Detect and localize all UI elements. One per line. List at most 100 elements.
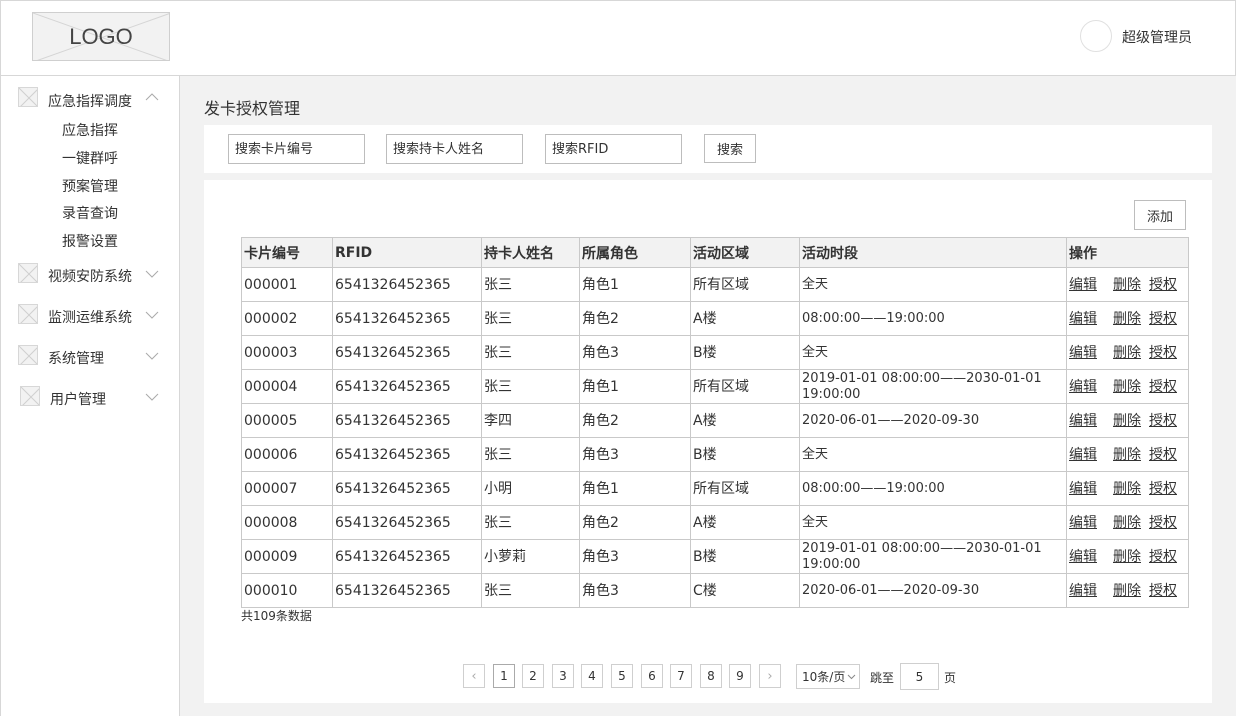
time-period-cell: 2020-06-01——2020-09-30 <box>799 573 1067 608</box>
total-count: 共109条数据 <box>241 609 312 623</box>
card-number-search-input[interactable] <box>228 134 365 164</box>
delete-link[interactable]: 删除 <box>1113 447 1141 463</box>
page-button-4[interactable]: 4 <box>581 664 603 688</box>
edit-link[interactable]: 编辑 <box>1069 515 1097 531</box>
time-period-cell: 08:00:00——19:00:00 <box>799 301 1067 336</box>
chevron-down-icon[interactable] <box>145 310 159 320</box>
sidebar-group-monitoring[interactable]: 监测运维系统 <box>48 307 132 327</box>
authorize-link[interactable]: 授权 <box>1149 311 1177 327</box>
sidebar-item-plan-management[interactable]: 预案管理 <box>62 176 118 196</box>
table-row: 000005 6541326452365 李四 角色2 A楼 2020-06-01——20… <box>241 403 1189 438</box>
chevron-up-icon[interactable] <box>145 92 159 102</box>
chevron-down-icon <box>847 674 856 679</box>
holder-name-cell: 张三 <box>481 267 580 302</box>
authorize-link[interactable]: 授权 <box>1149 515 1177 531</box>
sidebar-item-recording-query[interactable]: 录音查询 <box>62 203 118 223</box>
authorize-link[interactable]: 授权 <box>1149 413 1177 429</box>
sidebar-group-system[interactable]: 系统管理 <box>48 348 104 368</box>
page-button-2[interactable]: 2 <box>522 664 544 688</box>
next-page-button[interactable]: › <box>759 664 781 688</box>
edit-link[interactable]: 编辑 <box>1069 413 1097 429</box>
card-number-cell: 000006 <box>241 437 333 472</box>
user-name[interactable]: 超级管理员 <box>1122 27 1192 47</box>
page-button-1[interactable]: 1 <box>493 664 515 688</box>
delete-link[interactable]: 删除 <box>1113 481 1141 497</box>
actions-cell: 编辑 删除 授权 <box>1066 573 1189 608</box>
time-period-cell: 2019-01-01 08:00:00——2030-01-01 19:00:00 <box>799 369 1067 404</box>
jump-unit: 页 <box>944 671 957 685</box>
pagination: ‹ 1 2 3 4 5 6 7 8 9 › 10条/页 跳至 页 <box>204 663 1212 691</box>
card-holder-search-input[interactable] <box>386 134 523 164</box>
delete-link[interactable]: 删除 <box>1113 379 1141 395</box>
authorize-link[interactable]: 授权 <box>1149 379 1177 395</box>
app-root: LOGO 超级管理员 应急指挥调度 应急指挥 一键群呼 预案管理 录音查询 报警… <box>0 0 1236 716</box>
table-row: 000009 6541326452365 小萝莉 角色3 B楼 2019-01-01 08… <box>241 539 1189 574</box>
page-button-7[interactable]: 7 <box>670 664 692 688</box>
delete-link[interactable]: 删除 <box>1113 549 1141 565</box>
edit-link[interactable]: 编辑 <box>1069 311 1097 327</box>
rfid-search-input[interactable] <box>545 134 682 164</box>
sidebar-item-group-call[interactable]: 一键群呼 <box>62 148 118 168</box>
sidebar-group-video[interactable]: 视频安防系统 <box>48 266 132 286</box>
column-header: 所属角色 <box>579 237 691 268</box>
chevron-down-icon[interactable] <box>145 351 159 361</box>
menu-image-icon <box>18 87 38 107</box>
delete-link[interactable]: 删除 <box>1113 515 1141 531</box>
avatar[interactable] <box>1080 20 1112 52</box>
area-cell: A楼 <box>690 505 800 540</box>
edit-link[interactable]: 编辑 <box>1069 583 1097 599</box>
authorize-link[interactable]: 授权 <box>1149 549 1177 565</box>
time-period-cell: 全天 <box>799 267 1067 302</box>
delete-link[interactable]: 删除 <box>1113 583 1141 599</box>
time-period-cell: 全天 <box>799 437 1067 472</box>
role-cell: 角色3 <box>579 573 691 608</box>
delete-link[interactable]: 删除 <box>1113 345 1141 361</box>
page-size-select[interactable]: 10条/页 <box>796 664 860 689</box>
area-cell: B楼 <box>690 539 800 574</box>
time-period-cell: 2019-01-01 08:00:00——2030-01-01 19:00:00 <box>799 539 1067 574</box>
holder-name-cell: 张三 <box>481 437 580 472</box>
edit-link[interactable]: 编辑 <box>1069 447 1097 463</box>
authorize-link[interactable]: 授权 <box>1149 583 1177 599</box>
table-row: 000004 6541326452365 张三 角色1 所有区域 2019-01-01 0… <box>241 369 1189 404</box>
page-button-8[interactable]: 8 <box>700 664 722 688</box>
authorize-link[interactable]: 授权 <box>1149 447 1177 463</box>
page-button-9[interactable]: 9 <box>729 664 751 688</box>
page-button-3[interactable]: 3 <box>552 664 574 688</box>
edit-link[interactable]: 编辑 <box>1069 379 1097 395</box>
delete-link[interactable]: 删除 <box>1113 413 1141 429</box>
holder-name-cell: 张三 <box>481 573 580 608</box>
holder-name-cell: 小明 <box>481 471 580 506</box>
authorize-link[interactable]: 授权 <box>1149 277 1177 293</box>
area-cell: 所有区域 <box>690 369 800 404</box>
edit-link[interactable]: 编辑 <box>1069 345 1097 361</box>
holder-name-cell: 张三 <box>481 301 580 336</box>
edit-link[interactable]: 编辑 <box>1069 277 1097 293</box>
page-button-6[interactable]: 6 <box>641 664 663 688</box>
authorize-link[interactable]: 授权 <box>1149 481 1177 497</box>
sidebar-group-emergency[interactable]: 应急指挥调度 <box>48 91 132 111</box>
sidebar-item-alarm-settings[interactable]: 报警设置 <box>62 231 118 251</box>
actions-cell: 编辑 删除 授权 <box>1066 301 1189 336</box>
table-body: 000001 6541326452365 张三 角色1 所有区域 全天 编辑 删除 授权 0000… <box>241 267 1189 608</box>
delete-link[interactable]: 删除 <box>1113 277 1141 293</box>
sidebar-item-emergency-command[interactable]: 应急指挥 <box>62 120 118 140</box>
actions-cell: 编辑 删除 授权 <box>1066 505 1189 540</box>
sidebar-group-users[interactable]: 用户管理 <box>50 389 106 409</box>
column-header: RFID <box>332 237 482 268</box>
table-row: 000010 6541326452365 张三 角色3 C楼 2020-06-01——20… <box>241 573 1189 608</box>
chevron-down-icon[interactable] <box>145 392 159 402</box>
add-button[interactable]: 添加 <box>1134 200 1186 230</box>
prev-page-button[interactable]: ‹ <box>463 664 485 688</box>
page-button-5[interactable]: 5 <box>611 664 633 688</box>
jump-page-input[interactable] <box>900 663 939 690</box>
chevron-down-icon[interactable] <box>145 269 159 279</box>
authorize-link[interactable]: 授权 <box>1149 345 1177 361</box>
table-row: 000002 6541326452365 张三 角色2 A楼 08:00:00——19:0… <box>241 301 1189 336</box>
card-number-cell: 000002 <box>241 301 333 336</box>
search-button[interactable]: 搜索 <box>704 134 756 163</box>
edit-link[interactable]: 编辑 <box>1069 549 1097 565</box>
edit-link[interactable]: 编辑 <box>1069 481 1097 497</box>
delete-link[interactable]: 删除 <box>1113 311 1141 327</box>
logo-text: LOGO <box>69 23 133 49</box>
